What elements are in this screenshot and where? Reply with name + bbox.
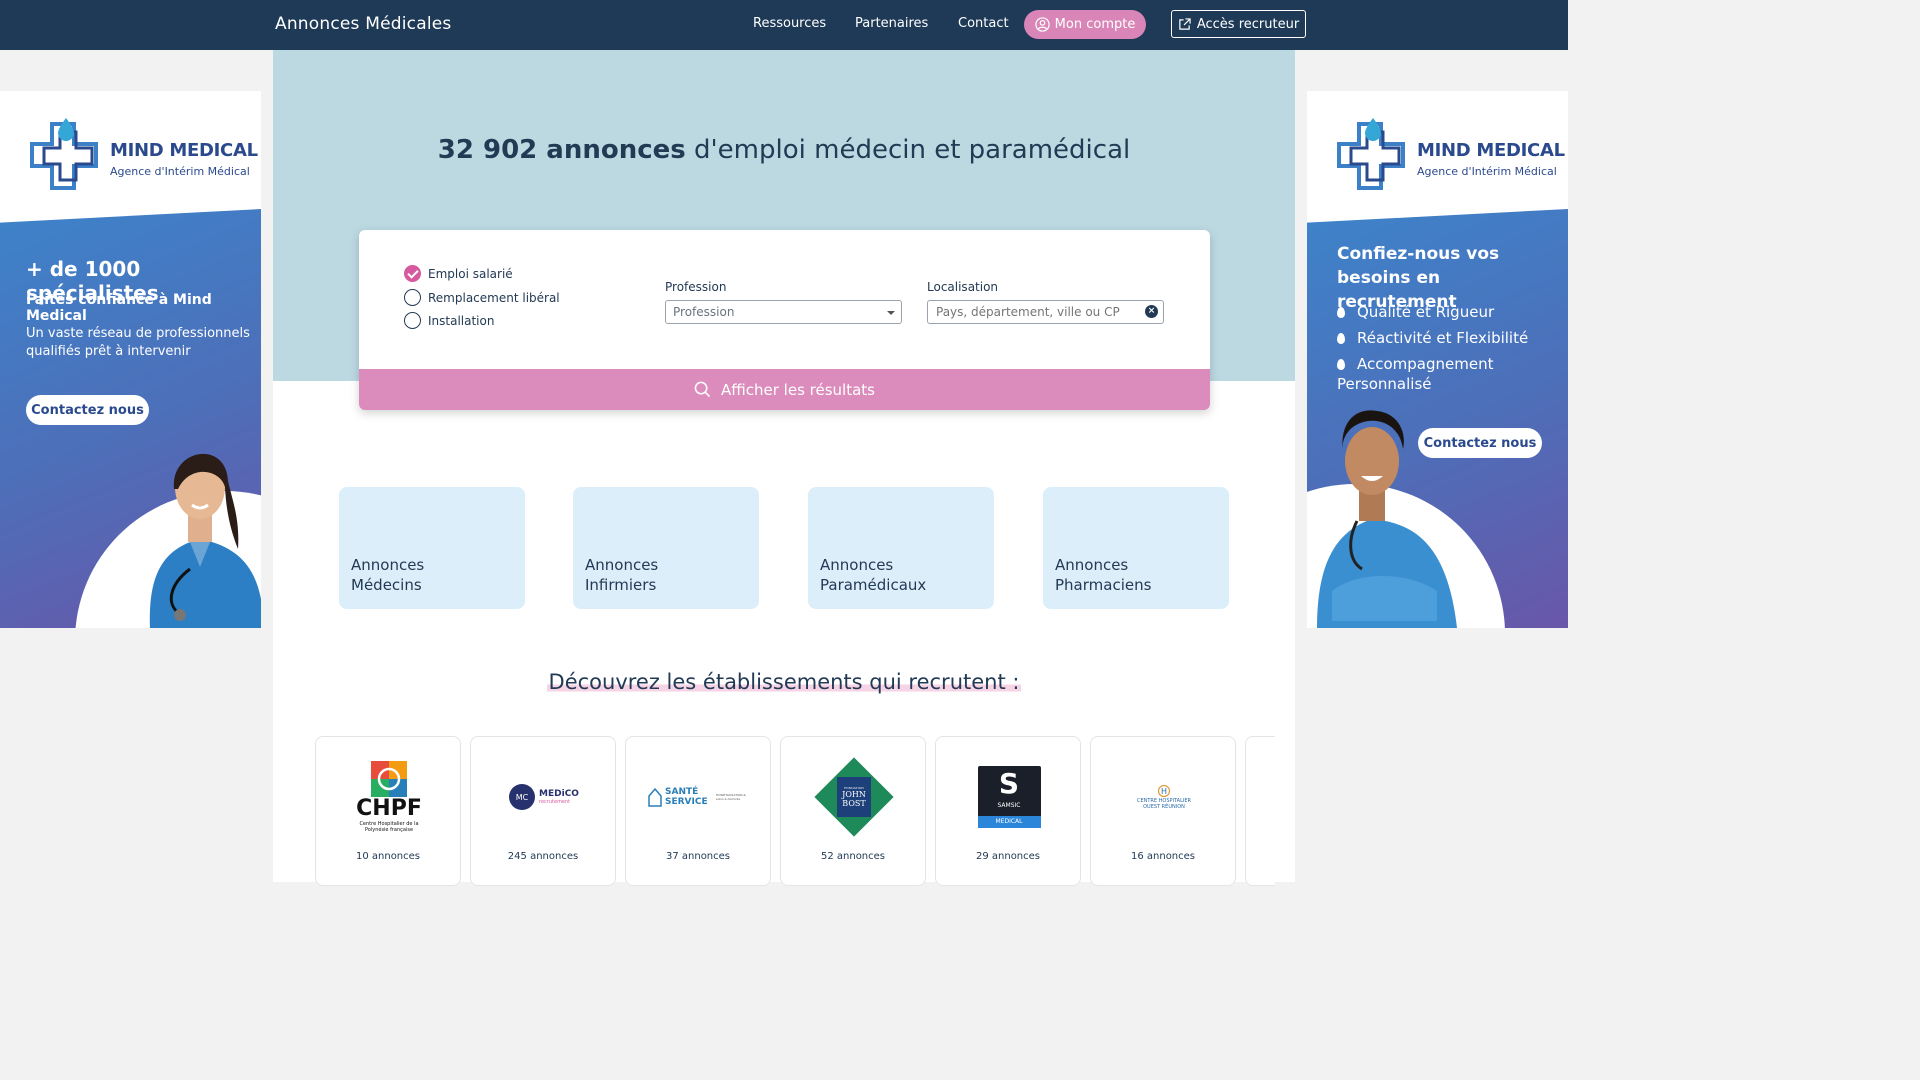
house-icon bbox=[648, 787, 662, 807]
clear-icon[interactable]: × bbox=[1145, 305, 1158, 318]
category-card-paramedicaux[interactable]: Annonces Paramédicaux bbox=[808, 487, 994, 609]
banner-brand-sub: Agence d'Intérim Médical bbox=[1417, 165, 1557, 178]
establishment-count: 16 annonces bbox=[1130, 851, 1196, 862]
establishment-count: 37 annonces bbox=[665, 851, 731, 862]
search-form: Emploi salarié Remplacement libéral Inst… bbox=[359, 230, 1210, 410]
banner-bullet: Accompagnement Personnalisé bbox=[1337, 355, 1494, 393]
radio-icon[interactable] bbox=[404, 312, 421, 329]
john-bost-logo: FONDATION JOHN BOST bbox=[791, 749, 917, 845]
search-icon bbox=[694, 381, 711, 398]
establishment-card-sante-service[interactable]: SANTÉ SERVICE HOSPITALISATION & soins à … bbox=[625, 736, 771, 886]
establishment-count: 29 annonces bbox=[975, 851, 1041, 862]
profession-label: Profession bbox=[665, 280, 727, 294]
establishment-count: 245 annonces bbox=[507, 851, 579, 862]
drop-icon bbox=[1337, 307, 1345, 318]
account-button[interactable]: Mon compte bbox=[1024, 10, 1146, 39]
establishment-card-samsic[interactable]: S SAMSIC MEDICAL 29 annonces bbox=[935, 736, 1081, 886]
ch-ouest-reunion-logo: H CENTRE HOSPITALIER OUEST RÉUNION bbox=[1101, 749, 1227, 845]
show-results-label: Afficher les résultats bbox=[721, 380, 875, 399]
establishment-card-partial[interactable] bbox=[1245, 736, 1275, 886]
mind-medical-logo-icon bbox=[30, 118, 98, 190]
top-navbar: Annonces Médicales Ressources Partenaire… bbox=[0, 0, 1568, 50]
establishment-card-ch-ouest-reunion[interactable]: H CENTRE HOSPITALIER OUEST RÉUNION 16 an… bbox=[1090, 736, 1236, 886]
ad-banner-left[interactable]: MIND MEDICAL Agence d'Intérim Médical + … bbox=[0, 91, 261, 628]
caret-down-icon bbox=[887, 311, 895, 315]
doctor-photo bbox=[1317, 410, 1457, 628]
nav-link-contact[interactable]: Contact bbox=[958, 16, 1009, 31]
category-card-medecins[interactable]: Annonces Médecins bbox=[339, 487, 525, 609]
nav-link-ressources[interactable]: Ressources bbox=[753, 16, 826, 31]
site-logo[interactable]: Annonces Médicales bbox=[275, 14, 451, 34]
chpf-emblem-icon bbox=[371, 761, 407, 797]
banner-brand: MIND MEDICAL bbox=[1417, 140, 1565, 161]
chpf-logo: CHPF Centre Hospitalier de la Polynésie … bbox=[326, 749, 452, 845]
banner-text: Un vaste réseau de professionnels qualif… bbox=[26, 326, 250, 359]
option-installation[interactable]: Installation bbox=[404, 312, 494, 329]
checkbox-checked-icon[interactable] bbox=[404, 265, 421, 282]
profession-select[interactable]: Profession bbox=[665, 300, 902, 324]
recruiter-label: Accès recruteur bbox=[1196, 16, 1300, 32]
ad-banner-right[interactable]: MIND MEDICAL Agence d'Intérim Médical Co… bbox=[1307, 91, 1568, 628]
sante-service-logo: SANTÉ SERVICE HOSPITALISATION & soins à … bbox=[636, 749, 762, 845]
external-link-icon bbox=[1179, 17, 1191, 30]
option-remplacement-liberal[interactable]: Remplacement libéral bbox=[404, 289, 560, 306]
establishment-card-medico[interactable]: MC MEDiCO recrutement 245 annonces bbox=[470, 736, 616, 886]
user-circle-icon bbox=[1035, 17, 1050, 32]
nurse-photo bbox=[149, 453, 261, 628]
establishment-count: 10 annonces bbox=[355, 851, 421, 862]
establishment-card-chpf[interactable]: CHPF Centre Hospitalier de la Polynésie … bbox=[315, 736, 461, 886]
nav-link-partenaires[interactable]: Partenaires bbox=[855, 16, 928, 31]
hospital-emblem-icon: H bbox=[1157, 784, 1171, 798]
banner-bullet: Réactivité et Flexibilité bbox=[1337, 328, 1528, 348]
hero-title: 32 902 annonces d'emploi médecin et para… bbox=[437, 135, 1131, 165]
medico-logo: MC MEDiCO recrutement bbox=[481, 749, 607, 845]
banner-bullet: Qualité et Rigueur bbox=[1337, 302, 1494, 322]
samsic-logo: S SAMSIC MEDICAL bbox=[946, 749, 1072, 845]
option-emploi-salarie[interactable]: Emploi salarié bbox=[404, 265, 513, 282]
drop-icon bbox=[1337, 359, 1345, 370]
banner-subheadline: Faites confiance à Mind Medical bbox=[26, 292, 212, 324]
location-label: Localisation bbox=[927, 280, 999, 294]
category-card-pharmaciens[interactable]: Annonces Pharmaciens bbox=[1043, 487, 1229, 609]
mind-medical-logo-icon bbox=[1337, 118, 1405, 190]
banner-brand-sub: Agence d'Intérim Médical bbox=[110, 165, 250, 178]
account-label: Mon compte bbox=[1054, 17, 1136, 32]
location-input[interactable] bbox=[927, 300, 1164, 324]
medico-emblem-icon: MC bbox=[509, 784, 536, 810]
banner-brand: MIND MEDICAL bbox=[110, 140, 258, 161]
drop-icon bbox=[1337, 333, 1345, 344]
recruiter-access-button[interactable]: Accès recruteur bbox=[1171, 10, 1306, 38]
establishment-count: 52 annonces bbox=[820, 851, 886, 862]
establishment-card-john-bost[interactable]: FONDATION JOHN BOST 52 annonces bbox=[780, 736, 926, 886]
show-results-button[interactable]: Afficher les résultats bbox=[359, 369, 1210, 410]
radio-icon[interactable] bbox=[404, 289, 421, 306]
svg-text:H: H bbox=[1161, 787, 1167, 796]
category-card-infirmiers[interactable]: Annonces Infirmiers bbox=[573, 487, 759, 609]
establishments-title: Découvrez les établissements qui recrute… bbox=[546, 670, 1022, 694]
